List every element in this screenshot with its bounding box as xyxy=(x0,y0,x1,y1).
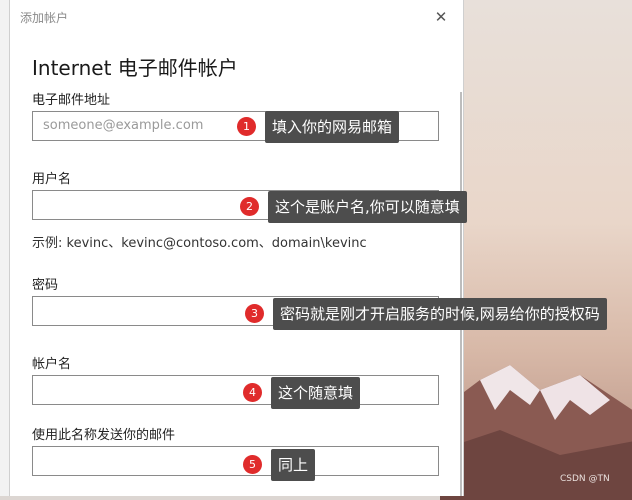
username-label: 用户名 xyxy=(32,172,72,187)
annotation-callout-2: 这个是账户名,你可以随意填 xyxy=(268,191,467,223)
sender-name-label: 使用此名称发送你的邮件 xyxy=(32,428,176,443)
sender-name-field[interactable] xyxy=(32,446,439,476)
close-icon[interactable]: ✕ xyxy=(428,6,454,28)
annotation-badge-2: 2 xyxy=(240,197,259,216)
password-label: 密码 xyxy=(32,278,59,293)
annotation-badge-5: 5 xyxy=(243,455,262,474)
watermark: CSDN @TN xyxy=(560,474,610,484)
annotation-callout-5: 同上 xyxy=(271,449,316,481)
annotation-callout-3: 密码就是刚才开启服务的时候,网易给你的授权码 xyxy=(273,298,607,330)
annotation-badge-3: 3 xyxy=(245,304,264,323)
scrollbar[interactable] xyxy=(460,92,462,496)
email-label: 电子邮件地址 xyxy=(32,93,111,108)
window-title: 添加帐户 xyxy=(20,11,69,25)
account-name-field[interactable] xyxy=(32,375,439,405)
account-name-label: 帐户名 xyxy=(32,357,72,372)
annotation-callout-4: 这个随意填 xyxy=(271,377,361,409)
annotation-badge-4: 4 xyxy=(243,383,262,402)
annotation-badge-1: 1 xyxy=(237,117,256,136)
add-account-dialog: 添加帐户 ✕ Internet 电子邮件帐户 电子邮件地址 someone@ex… xyxy=(9,0,464,496)
username-hint: 示例: kevinc、kevinc@contoso.com、domain\kev… xyxy=(32,236,367,251)
annotation-callout-1: 填入你的网易邮箱 xyxy=(265,111,400,143)
page-title: Internet 电子邮件帐户 xyxy=(32,56,238,80)
